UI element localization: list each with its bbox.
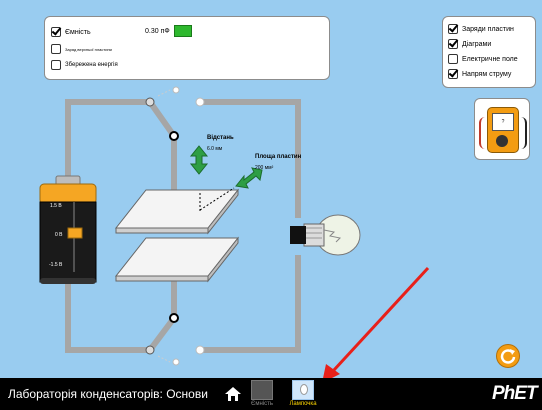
voltmeter-display: ? <box>492 113 514 131</box>
voltmeter-red-probe-lead <box>479 117 487 149</box>
plate-area-label: Площа пластин <box>255 154 302 160</box>
lightbulb <box>290 214 361 256</box>
tab-lightbulb[interactable]: Лампочка <box>288 380 318 410</box>
tab-capacitance-label: Ємність <box>251 401 273 407</box>
battery-label-top: 1.5 В <box>50 203 62 209</box>
annotation-arrow <box>323 266 430 378</box>
voltmeter-dial <box>496 135 508 147</box>
top-plate-charge-label: Заряд верхньої пластини <box>65 46 112 52</box>
home-icon <box>225 387 241 401</box>
current-direction-label: Напрям струму <box>462 70 512 78</box>
current-direction-checkbox-row[interactable]: Напрям струму <box>448 69 511 79</box>
plate-area-value: 200 мм² <box>255 165 274 171</box>
electric-field-checkbox[interactable] <box>448 54 458 64</box>
capacitance-checkbox[interactable] <box>51 27 61 37</box>
plate-charges-checkbox[interactable] <box>448 24 458 34</box>
separation-drag-arrow[interactable] <box>189 145 209 175</box>
right-control-panel: Заряди пластин Діаграми Електричне поле … <box>442 16 536 88</box>
separation-label: Відстань <box>207 135 234 141</box>
top-plate-charge-checkbox-row[interactable]: Заряд верхньої пластини <box>51 44 112 54</box>
electric-field-checkbox-row[interactable]: Електричне поле <box>448 54 518 64</box>
voltmeter-reading: ? <box>501 119 505 125</box>
simulation-area: 1.5 В 0 В -1.5 В Відстань 6.0 мм Площа п… <box>0 0 542 378</box>
voltmeter-icon[interactable]: ? <box>487 107 519 153</box>
capacitance-bar <box>173 25 192 37</box>
capacitance-meter: 0.30 пФ <box>145 25 192 37</box>
bottom-switch[interactable] <box>145 313 205 366</box>
app-title: Лабораторія конденсаторів: Основи <box>8 387 208 401</box>
top-left-wire <box>65 99 150 183</box>
bottom-plate[interactable] <box>114 236 240 283</box>
reset-icon <box>500 349 516 364</box>
navigation-bar: Лабораторія конденсаторів: Основи Ємніст… <box>0 378 542 410</box>
voltmeter-black-probe-lead <box>519 117 527 149</box>
stored-energy-label: Збережена енергія <box>65 62 118 68</box>
separation-value: 6.0 мм <box>207 146 223 152</box>
voltmeter-toolbox[interactable]: ? <box>474 98 530 160</box>
stored-energy-checkbox[interactable] <box>51 60 61 70</box>
battery-label-bottom: -1.5 В <box>49 262 63 268</box>
phet-logo[interactable]: PhET <box>492 383 538 405</box>
top-plate-charge-checkbox[interactable] <box>51 44 61 54</box>
capacitance-label: Ємність <box>65 28 91 36</box>
top-plate[interactable] <box>114 188 240 235</box>
plate-charges-checkbox-row[interactable]: Заряди пластин <box>448 24 514 34</box>
capacitance-checkbox-row[interactable]: Ємність <box>51 27 91 37</box>
home-button[interactable] <box>224 385 242 403</box>
reset-button[interactable] <box>496 344 520 368</box>
tab-capacitance[interactable]: Ємність <box>248 380 276 410</box>
lightbulb-tab-icon <box>292 380 314 400</box>
capacitor-tab-icon <box>251 380 273 400</box>
capacitance-value: 0.30 пФ <box>145 27 170 35</box>
diagrams-checkbox-row[interactable]: Діаграми <box>448 39 491 49</box>
diagrams-label: Діаграми <box>462 40 492 48</box>
plate-charges-label: Заряди пластин <box>462 25 514 33</box>
diagrams-checkbox[interactable] <box>448 39 458 49</box>
tab-lightbulb-label: Лампочка <box>289 401 317 407</box>
stored-energy-checkbox-row[interactable]: Збережена енергія <box>51 60 118 70</box>
current-direction-checkbox[interactable] <box>448 69 458 79</box>
battery-label-mid: 0 В <box>55 232 63 238</box>
area-drag-arrow[interactable] <box>235 167 263 189</box>
electric-field-label: Електричне поле <box>462 55 518 63</box>
top-switch[interactable] <box>145 86 205 141</box>
left-control-panel: Ємність 0.30 пФ Заряд верхньої пластини … <box>44 16 330 80</box>
